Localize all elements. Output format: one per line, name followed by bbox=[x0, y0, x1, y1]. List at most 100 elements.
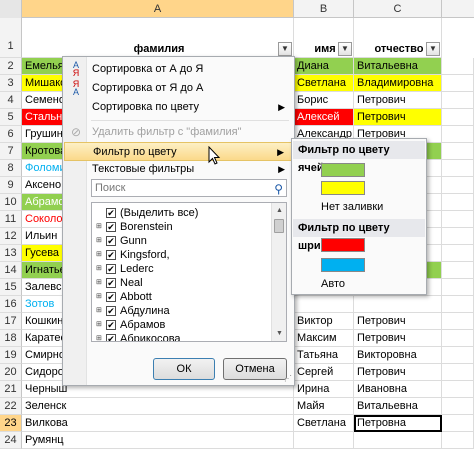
cell-otchestvo[interactable]: Петрович bbox=[354, 313, 442, 330]
checkbox[interactable]: ✔ bbox=[106, 250, 116, 260]
font-color-red-swatch[interactable] bbox=[321, 238, 365, 252]
cell-empty[interactable] bbox=[442, 415, 474, 432]
cell-empty[interactable] bbox=[442, 296, 474, 313]
row-header[interactable]: 17 bbox=[0, 313, 22, 330]
checkbox[interactable]: ✔ bbox=[106, 236, 116, 246]
cell-familiya[interactable]: Румянц bbox=[22, 432, 294, 449]
row-header[interactable]: 7 bbox=[0, 143, 22, 160]
cell-familiya[interactable]: Вилкова bbox=[22, 415, 294, 432]
filter-list-item[interactable]: ⊞ ✔ Абрикосова bbox=[92, 331, 272, 341]
cell-empty[interactable] bbox=[442, 211, 474, 228]
cell-otchestvo[interactable]: Витальевна bbox=[354, 58, 442, 75]
search-input[interactable]: Поиск ⚲ bbox=[91, 179, 287, 197]
cell-otchestvo[interactable]: Петрович bbox=[354, 109, 442, 126]
checkbox[interactable]: ✔ bbox=[106, 334, 116, 341]
row-header[interactable]: 10 bbox=[0, 194, 22, 211]
resize-grip-icon[interactable]: ⋰ bbox=[284, 374, 292, 383]
cell-imya[interactable]: Максим bbox=[294, 330, 354, 347]
checkbox[interactable]: ✔ bbox=[106, 208, 116, 218]
row-header[interactable]: 14 bbox=[0, 262, 22, 279]
cell-otchestvo[interactable]: Петрович bbox=[354, 92, 442, 109]
row-header[interactable]: 6 bbox=[0, 126, 22, 143]
list-scrollbar[interactable]: ▲ ▼ bbox=[271, 203, 286, 341]
column-header-b[interactable]: B bbox=[294, 0, 354, 18]
scroll-down-icon[interactable]: ▼ bbox=[272, 326, 286, 341]
cell-otchestvo[interactable]: Петрович bbox=[354, 364, 442, 381]
cell-empty[interactable] bbox=[442, 160, 474, 177]
row-header[interactable]: 24 bbox=[0, 432, 22, 449]
cell-imya[interactable]: Ирина bbox=[294, 381, 354, 398]
no-fill-item[interactable]: Нет заливки bbox=[321, 201, 383, 213]
text-filters-item[interactable]: Текстовые фильтры ▶ bbox=[64, 160, 293, 179]
cell-otchestvo[interactable]: Викторовна bbox=[354, 347, 442, 364]
row-header[interactable]: 2 bbox=[0, 58, 22, 75]
cell-empty[interactable] bbox=[442, 245, 474, 262]
ok-button[interactable]: ОК bbox=[153, 358, 215, 380]
filter-dropdown-c-icon[interactable]: ▼ bbox=[426, 42, 440, 56]
cell-empty[interactable] bbox=[442, 143, 474, 160]
cell-empty[interactable] bbox=[442, 381, 474, 398]
row-header[interactable]: 13 bbox=[0, 245, 22, 262]
cell-imya[interactable] bbox=[294, 432, 354, 449]
sort-ascending-item[interactable]: АЯ Сортировка от А до Я bbox=[64, 60, 293, 79]
checkbox[interactable]: ✔ bbox=[106, 264, 116, 274]
filter-by-color-item[interactable]: Фильтр по цвету ▶ bbox=[64, 142, 293, 161]
cell-empty[interactable] bbox=[442, 92, 474, 109]
cell-empty[interactable] bbox=[442, 58, 474, 75]
cell-otchestvo[interactable]: Петровна bbox=[354, 415, 442, 432]
row-header[interactable]: 5 bbox=[0, 109, 22, 126]
cell-otchestvo[interactable]: Петрович bbox=[354, 330, 442, 347]
filter-dropdown-a-icon[interactable]: ▼ bbox=[278, 42, 292, 56]
cell-imya[interactable]: Борис bbox=[294, 92, 354, 109]
cell-empty[interactable] bbox=[442, 347, 474, 364]
cell-imya[interactable] bbox=[294, 296, 354, 313]
cell-familiya[interactable]: Зеленск bbox=[22, 398, 294, 415]
row-header[interactable]: 9 bbox=[0, 177, 22, 194]
filter-dropdown-b-icon[interactable]: ▼ bbox=[338, 42, 352, 56]
cell-imya[interactable]: Светлана bbox=[294, 75, 354, 92]
column-header-a[interactable]: A bbox=[22, 0, 294, 18]
sort-by-color-item[interactable]: Сортировка по цвету ▶ bbox=[64, 98, 293, 117]
sort-descending-item[interactable]: ЯА Сортировка от Я до А bbox=[64, 79, 293, 98]
row-header[interactable]: 8 bbox=[0, 160, 22, 177]
cell-color-yellow-swatch[interactable] bbox=[321, 181, 365, 195]
row-header-1[interactable]: 1 bbox=[0, 18, 22, 58]
cell-imya[interactable]: Сергей bbox=[294, 364, 354, 381]
checkbox[interactable]: ✔ bbox=[106, 222, 116, 232]
row-header[interactable]: 16 bbox=[0, 296, 22, 313]
cell-empty[interactable] bbox=[442, 262, 474, 279]
column-header-d[interactable] bbox=[442, 0, 474, 18]
checkbox[interactable]: ✔ bbox=[106, 278, 116, 288]
cell-empty[interactable] bbox=[442, 364, 474, 381]
cell-imya[interactable]: Алексей bbox=[294, 109, 354, 126]
cell-imya[interactable]: Майя bbox=[294, 398, 354, 415]
font-color-blue-swatch[interactable] bbox=[321, 258, 365, 272]
row-header[interactable]: 21 bbox=[0, 381, 22, 398]
checkbox[interactable]: ✔ bbox=[106, 306, 116, 316]
cell-empty[interactable] bbox=[442, 194, 474, 211]
row-header[interactable]: 18 bbox=[0, 330, 22, 347]
row-header[interactable]: 20 bbox=[0, 364, 22, 381]
scroll-up-icon[interactable]: ▲ bbox=[272, 203, 286, 218]
cell-otchestvo[interactable]: Витальевна bbox=[354, 398, 442, 415]
cell-empty[interactable] bbox=[442, 75, 474, 92]
row-header[interactable]: 15 bbox=[0, 279, 22, 296]
cell-otchestvo[interactable] bbox=[354, 296, 442, 313]
cell-empty[interactable] bbox=[442, 432, 474, 449]
cell-empty[interactable] bbox=[442, 330, 474, 347]
cell-color-green-swatch[interactable] bbox=[321, 163, 365, 177]
cancel-button[interactable]: Отмена bbox=[223, 358, 287, 380]
cell-empty[interactable] bbox=[442, 126, 474, 143]
cell-empty[interactable] bbox=[442, 398, 474, 415]
cell-otchestvo[interactable]: Ивановна bbox=[354, 381, 442, 398]
cell-empty[interactable] bbox=[442, 279, 474, 296]
auto-font-item[interactable]: Авто bbox=[321, 278, 345, 290]
cell-empty[interactable] bbox=[442, 109, 474, 126]
row-header[interactable]: 23 bbox=[0, 415, 22, 432]
column-header-c[interactable]: C bbox=[354, 0, 442, 18]
cell-otchestvo[interactable] bbox=[354, 432, 442, 449]
row-header[interactable]: 12 bbox=[0, 228, 22, 245]
row-header[interactable]: 11 bbox=[0, 211, 22, 228]
row-header[interactable]: 22 bbox=[0, 398, 22, 415]
scroll-thumb[interactable] bbox=[274, 219, 284, 233]
